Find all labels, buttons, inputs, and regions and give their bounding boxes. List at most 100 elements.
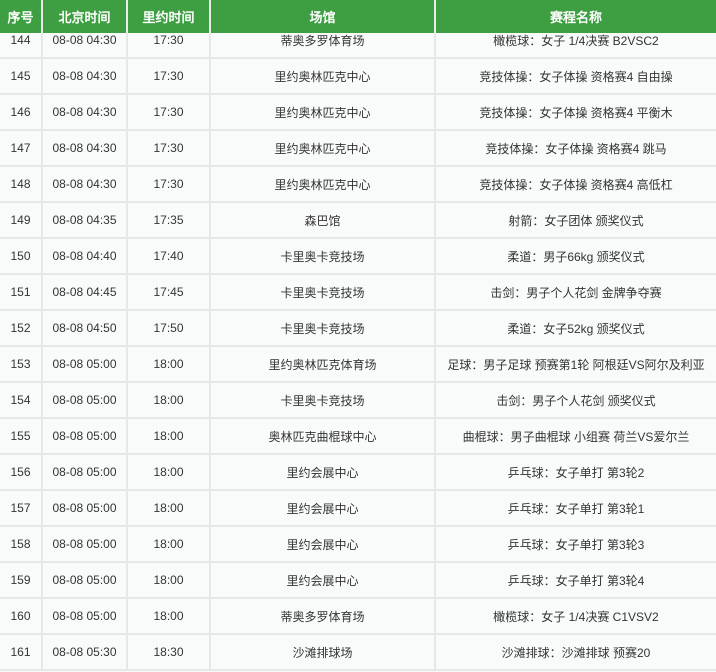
event-name: 击剑：男子个人花剑 颁奖仪式 — [496, 393, 656, 408]
row-no: 155 — [0, 419, 43, 453]
schedule-table-body[interactable]: 144 08-08 04:30 17:30 蒂奥多罗体育场 橄榄球：女子 1/4决赛 B… — [0, 33, 716, 672]
beijing-time: 08-08 04:30 — [43, 167, 128, 201]
event-name: 曲棍球：男子曲棍球 小组赛 荷兰VS爱尔兰 — [462, 429, 690, 444]
event-name: 竞技体操：女子体操 资格赛4 跳马 — [485, 141, 667, 156]
table-row: 151 08-08 04:45 17:45 卡里奥卡竞技场 击剑：男子个人花剑 金牌争夺… — [0, 275, 716, 311]
table-row: 153 08-08 05:00 18:00 里约奥林匹克体育场 足球：男子足球 预赛第1… — [0, 347, 716, 383]
table-row: 144 08-08 04:30 17:30 蒂奥多罗体育场 橄榄球：女子 1/4决赛 B… — [0, 33, 716, 59]
rio-time: 18:00 — [128, 491, 211, 525]
row-no: 161 — [0, 635, 43, 669]
row-no: 154 — [0, 383, 43, 417]
table-row: 155 08-08 05:00 18:00 奥林匹克曲棍球中心 曲棍球：男子曲棍球 小组… — [0, 419, 716, 455]
rio-time: 17:50 — [128, 311, 211, 345]
beijing-time: 08-08 05:00 — [43, 599, 128, 633]
rio-time: 18:00 — [128, 347, 211, 381]
table-row: 152 08-08 04:50 17:50 卡里奥卡竞技场 柔道：女子52kg 颁奖仪式 — [0, 311, 716, 347]
table-row: 150 08-08 04:40 17:40 卡里奥卡竞技场 柔道：男子66kg 颁奖仪式 — [0, 239, 716, 275]
beijing-time: 08-08 04:30 — [43, 59, 128, 93]
rio-time: 18:00 — [128, 563, 211, 597]
rio-time: 17:30 — [128, 95, 211, 129]
venue: 卡里奥卡竞技场 — [211, 239, 436, 273]
event-name: 竞技体操：女子体操 资格赛4 高低杠 — [479, 177, 673, 192]
event-name: 柔道：女子52kg 颁奖仪式 — [507, 321, 645, 336]
rio-time: 17:30 — [128, 167, 211, 201]
rio-time: 17:30 — [128, 33, 211, 57]
event-name: 足球：男子足球 预赛第1轮 阿根廷VS阿尔及利亚 — [447, 357, 705, 372]
table-row: 148 08-08 04:30 17:30 里约奥林匹克中心 竞技体操：女子体操 资格赛… — [0, 167, 716, 203]
table-row: 154 08-08 05:00 18:00 卡里奥卡竞技场 击剑：男子个人花剑 颁奖仪式 — [0, 383, 716, 419]
venue: 卡里奥卡竞技场 — [211, 311, 436, 345]
header-beijing-time[interactable]: 北京时间 — [43, 0, 128, 33]
event-name: 乒乓球：女子单打 第3轮2 — [507, 465, 645, 480]
venue: 奥林匹克曲棍球中心 — [211, 419, 436, 453]
rio-time: 17:30 — [128, 59, 211, 93]
row-no: 153 — [0, 347, 43, 381]
rio-time: 18:30 — [128, 635, 211, 669]
venue: 沙滩排球场 — [211, 635, 436, 669]
event-name: 竞技体操：女子体操 资格赛4 平衡木 — [479, 105, 673, 120]
beijing-time: 08-08 04:40 — [43, 239, 128, 273]
table-row: 146 08-08 04:30 17:30 里约奥林匹克中心 竞技体操：女子体操 资格赛… — [0, 95, 716, 131]
table-row: 159 08-08 05:00 18:00 里约会展中心 乒乓球：女子单打 第3轮4 — [0, 563, 716, 599]
row-no: 156 — [0, 455, 43, 489]
rio-time: 17:30 — [128, 131, 211, 165]
beijing-time: 08-08 05:00 — [43, 383, 128, 417]
row-no: 159 — [0, 563, 43, 597]
beijing-time: 08-08 05:00 — [43, 455, 128, 489]
rio-time: 17:40 — [128, 239, 211, 273]
event-name: 橄榄球：女子 1/4决赛 C1VSV2 — [493, 609, 659, 624]
event-name: 柔道：男子66kg 颁奖仪式 — [507, 249, 645, 264]
rio-time: 18:00 — [128, 419, 211, 453]
table-row: 160 08-08 05:00 18:00 蒂奥多罗体育场 橄榄球：女子 1/4决赛 C… — [0, 599, 716, 635]
event-name: 乒乓球：女子单打 第3轮3 — [507, 537, 645, 552]
event-name: 竞技体操：女子体操 资格赛4 自由操 — [479, 69, 673, 84]
row-no: 157 — [0, 491, 43, 525]
event-name: 击剑：男子个人花剑 金牌争夺赛 — [490, 285, 662, 300]
beijing-time: 08-08 04:30 — [43, 131, 128, 165]
venue: 里约奥林匹克中心 — [211, 131, 436, 165]
beijing-time: 08-08 05:00 — [43, 347, 128, 381]
row-no: 149 — [0, 203, 43, 237]
venue: 卡里奥卡竞技场 — [211, 275, 436, 309]
rio-time: 18:00 — [128, 599, 211, 633]
row-no: 146 — [0, 95, 43, 129]
rio-time: 18:00 — [128, 383, 211, 417]
event-name: 沙滩排球：沙滩排球 预赛20 — [501, 645, 651, 660]
row-no: 145 — [0, 59, 43, 93]
beijing-time: 08-08 05:00 — [43, 563, 128, 597]
table-row: 157 08-08 05:00 18:00 里约会展中心 乒乓球：女子单打 第3轮1 — [0, 491, 716, 527]
beijing-time: 08-08 05:00 — [43, 491, 128, 525]
venue: 里约奥林匹克体育场 — [211, 347, 436, 381]
rio-time: 18:00 — [128, 455, 211, 489]
venue: 里约奥林匹克中心 — [211, 167, 436, 201]
table-header: 序号 北京时间 里约时间 场馆 赛程名称 — [0, 0, 716, 33]
table-row: 158 08-08 05:00 18:00 里约会展中心 乒乓球：女子单打 第3轮3 — [0, 527, 716, 563]
row-no: 152 — [0, 311, 43, 345]
beijing-time: 08-08 05:30 — [43, 635, 128, 669]
beijing-time: 08-08 04:50 — [43, 311, 128, 345]
row-no: 150 — [0, 239, 43, 273]
beijing-time: 08-08 04:30 — [43, 95, 128, 129]
row-no: 160 — [0, 599, 43, 633]
header-no[interactable]: 序号 — [0, 0, 43, 33]
venue: 里约会展中心 — [211, 527, 436, 561]
header-venue[interactable]: 场馆 — [211, 0, 436, 33]
header-event[interactable]: 赛程名称 — [436, 0, 716, 33]
venue: 卡里奥卡竞技场 — [211, 383, 436, 417]
event-name: 乒乓球：女子单打 第3轮1 — [507, 501, 645, 516]
table-row: 161 08-08 05:30 18:30 沙滩排球场 沙滩排球：沙滩排球 预赛20 — [0, 635, 716, 671]
venue: 里约奥林匹克中心 — [211, 59, 436, 93]
event-name: 乒乓球：女子单打 第3轮4 — [507, 573, 645, 588]
row-no: 144 — [0, 33, 43, 57]
beijing-time: 08-08 04:30 — [43, 33, 128, 57]
row-no: 148 — [0, 167, 43, 201]
beijing-time: 08-08 04:45 — [43, 275, 128, 309]
table-row: 149 08-08 04:35 17:35 森巴馆 射箭：女子团体 颁奖仪式 — [0, 203, 716, 239]
table-row: 147 08-08 04:30 17:30 里约奥林匹克中心 竞技体操：女子体操 资格赛… — [0, 131, 716, 167]
header-rio-time[interactable]: 里约时间 — [128, 0, 211, 33]
venue: 里约奥林匹克中心 — [211, 95, 436, 129]
rio-time: 18:00 — [128, 527, 211, 561]
event-name: 橄榄球：女子 1/4决赛 B2VSC2 — [493, 33, 659, 48]
rio-time: 17:45 — [128, 275, 211, 309]
row-no: 151 — [0, 275, 43, 309]
